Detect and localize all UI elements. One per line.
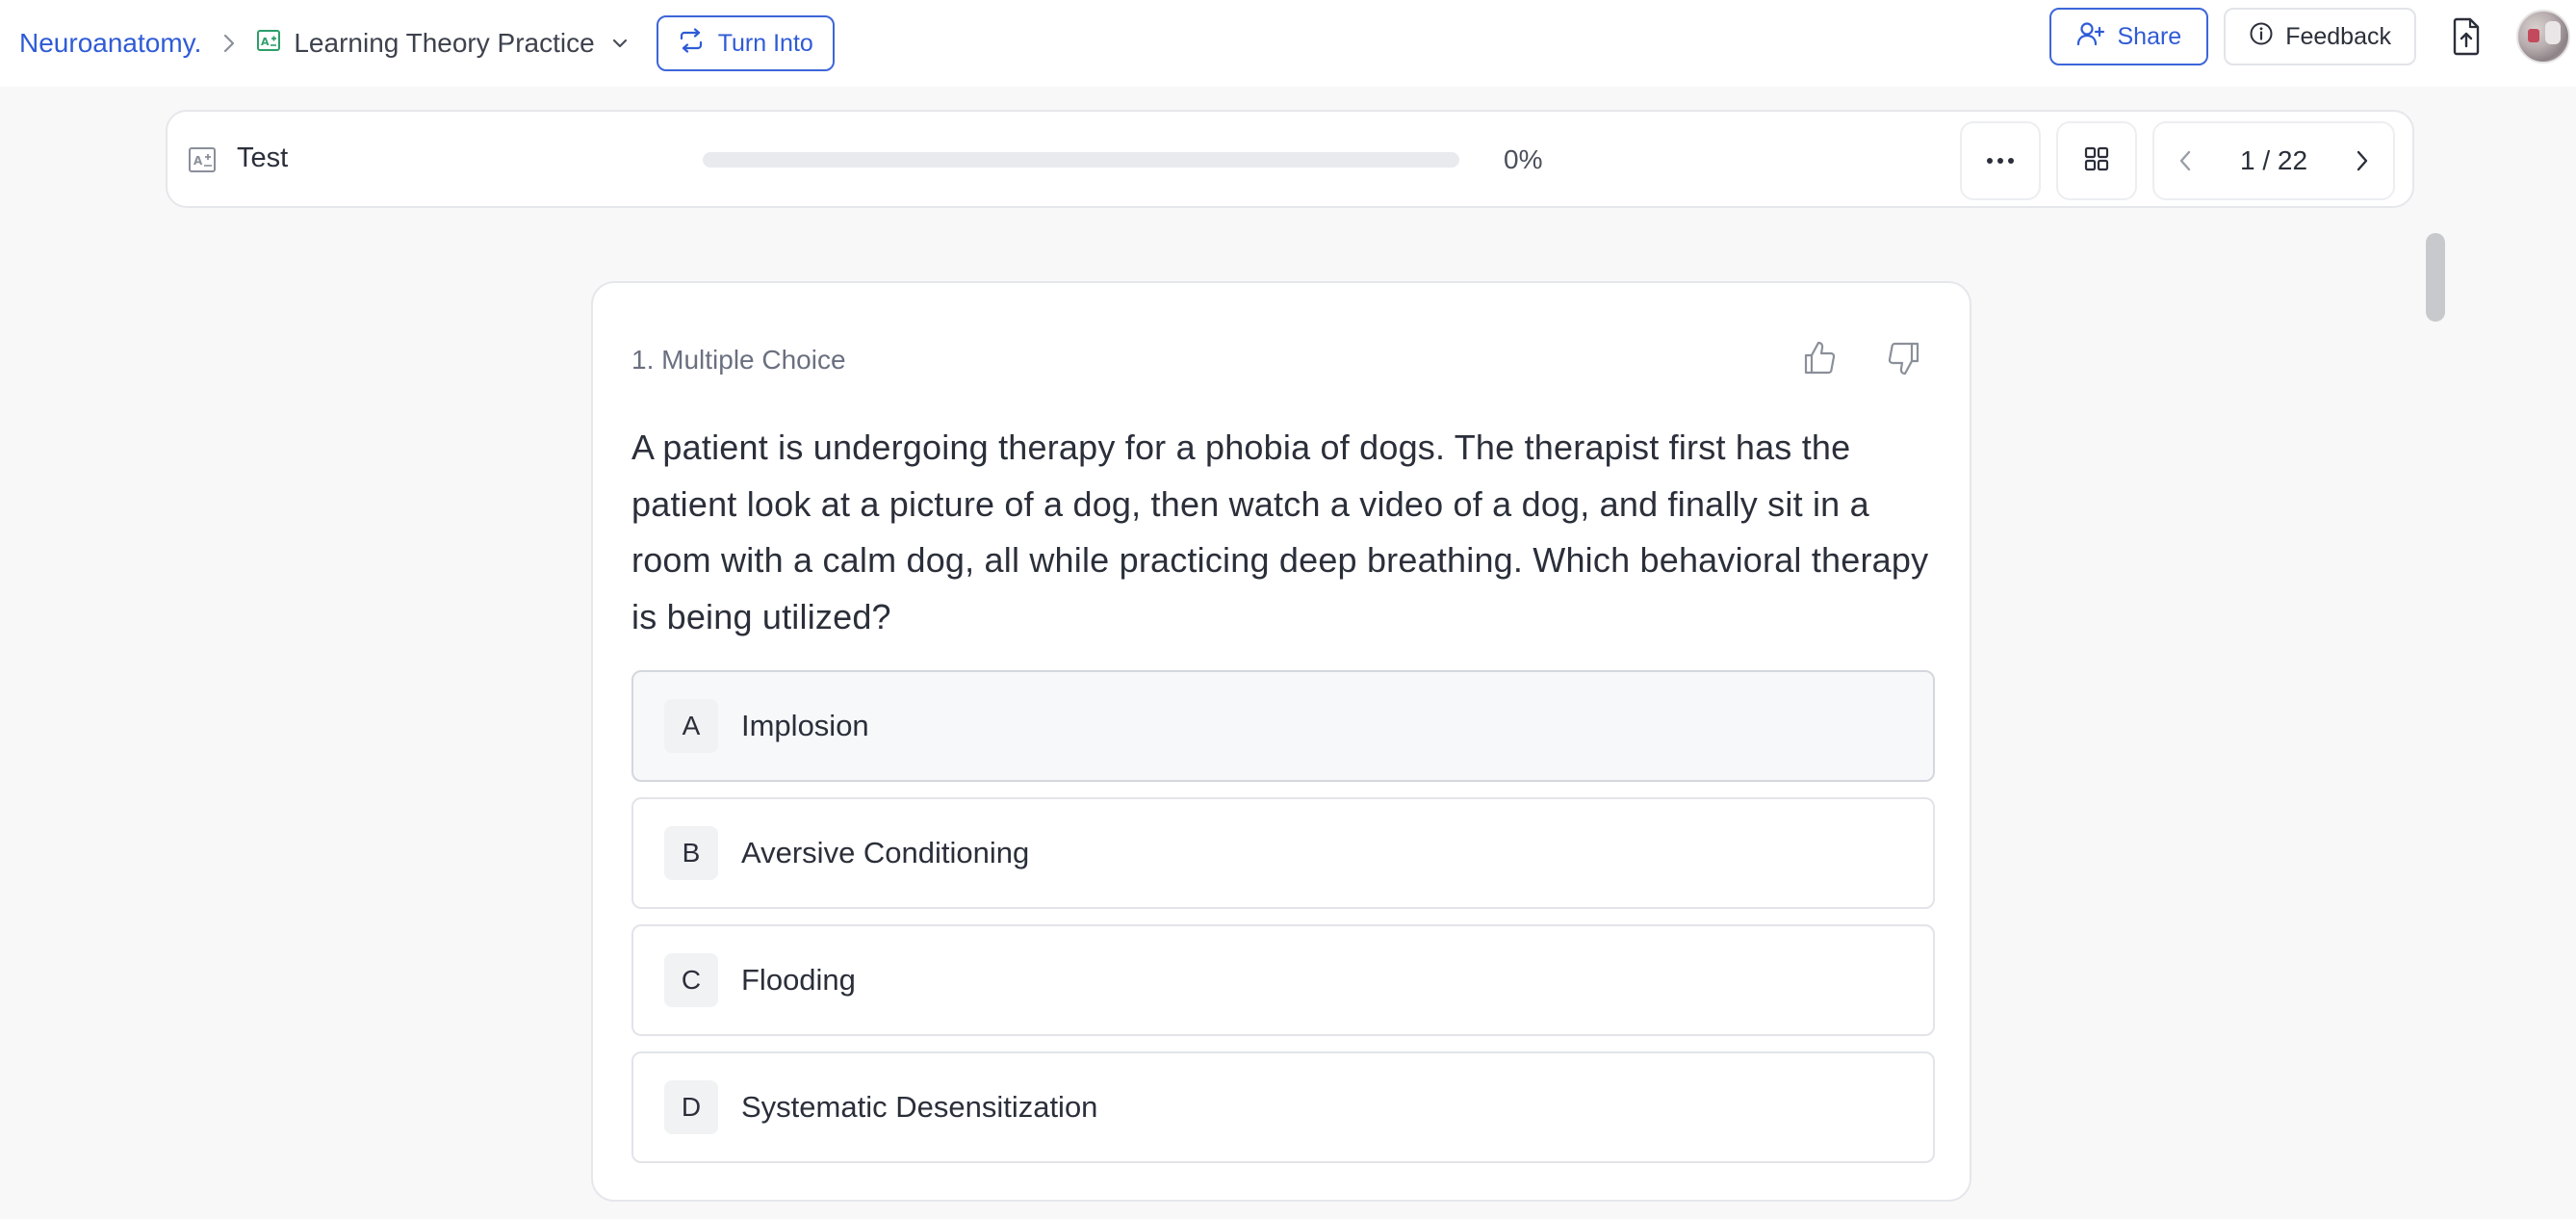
avatar[interactable] [2516,10,2570,64]
grid-icon [2083,145,2110,177]
chevron-left-icon[interactable] [2176,147,2195,174]
info-icon [2249,21,2274,53]
share-button[interactable]: Share [2049,8,2209,65]
flashcard-doc-icon: A [255,27,282,61]
breadcrumb-document-dropdown[interactable]: A Learning Theory Practice [255,27,629,61]
option-label: Implosion [741,709,869,742]
more-dots-icon [1986,152,2015,169]
option-label: Aversive Conditioning [741,836,1030,869]
turn-into-label: Turn Into [717,29,813,57]
test-header: A Test 0% 1 / 22 [166,110,2414,208]
progress-percent: 0% [1504,144,1543,174]
answer-option-d[interactable]: D Systematic Desensitization [631,1051,1935,1163]
option-letter: B [664,826,718,880]
more-options-button[interactable] [1960,121,2041,200]
option-letter: C [664,953,718,1007]
breadcrumb-document-label: Learning Theory Practice [294,28,595,58]
question-text: A patient is undergoing therapy for a ph… [631,428,1929,636]
top-bar: Neuroanatomy. A Learning Theory Practice [0,0,2576,87]
file-export-icon[interactable] [2447,13,2486,60]
progress-bar [703,152,1459,168]
convert-icon [678,27,705,60]
test-title: Test [237,143,289,173]
thumbs-down-icon[interactable] [1885,339,1923,382]
feedback-label: Feedback [2285,22,2391,50]
svg-text:A: A [261,36,270,48]
feedback-button[interactable]: Feedback [2224,8,2416,65]
chevron-right-icon[interactable] [2353,147,2372,174]
top-right-actions: Share Feedback [2049,0,2576,73]
question-grid-button[interactable] [2056,121,2137,200]
answer-option-b[interactable]: B Aversive Conditioning [631,797,1935,909]
breadcrumb-root-link[interactable]: Neuroanatomy. [19,28,201,59]
scrollbar-thumb[interactable] [2426,233,2445,322]
workspace: A Test 0% 1 / 22 1. Multiple Choice A pa… [0,87,2576,1219]
answer-option-a[interactable]: A Implosion [631,670,1935,782]
chevron-right-icon [220,32,238,55]
question-type-label: 1. Multiple Choice [631,345,846,375]
option-letter: D [664,1080,718,1134]
add-user-icon [2076,20,2105,54]
share-label: Share [2117,22,2182,50]
option-label: Flooding [741,963,856,997]
option-label: Systematic Desensitization [741,1090,1098,1124]
thumbs-up-icon[interactable] [1800,339,1839,382]
option-letter: A [664,699,718,753]
pager-text: 1 / 22 [2239,145,2308,175]
test-doc-icon: A [187,144,218,180]
svg-text:A: A [193,154,203,168]
answer-option-c[interactable]: C Flooding [631,924,1935,1036]
chevron-down-icon [610,34,630,53]
question-pager: 1 / 22 [2152,121,2395,200]
turn-into-button[interactable]: Turn Into [656,15,835,71]
question-card: 1. Multiple Choice A patient is undergoi… [591,281,1971,1202]
